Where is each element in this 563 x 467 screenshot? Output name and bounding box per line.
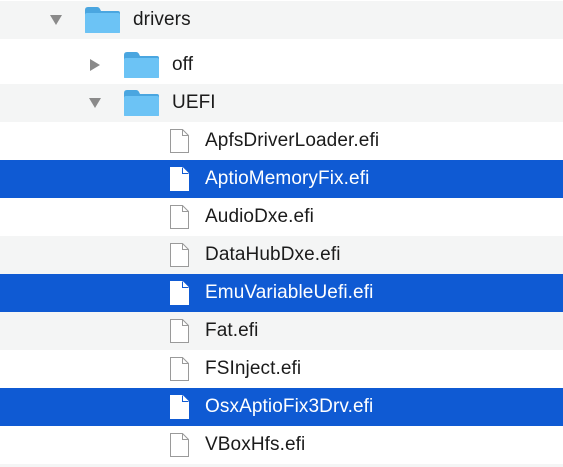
disclosure-collapsed-icon[interactable] xyxy=(89,59,101,71)
folder-label: UEFI xyxy=(172,92,216,113)
folder-row-drivers[interactable]: drivers xyxy=(0,1,563,39)
file-row[interactable]: ApfsDriverLoader.efi xyxy=(0,122,563,160)
document-icon xyxy=(170,395,189,419)
file-label: AptioMemoryFix.efi xyxy=(205,168,370,189)
folder-row-uefi[interactable]: UEFI xyxy=(0,84,563,122)
file-label: OsxAptioFix3Drv.efi xyxy=(205,396,374,417)
folder-label: off xyxy=(172,54,194,75)
file-label: DataHubDxe.efi xyxy=(205,244,341,265)
document-icon xyxy=(170,433,189,457)
file-row[interactable]: EmuVariableUefi.efi xyxy=(0,274,563,312)
folder-row-off[interactable]: off xyxy=(0,46,563,84)
document-icon xyxy=(170,167,189,191)
folder-icon xyxy=(84,6,121,34)
file-row[interactable]: OsxAptioFix3Drv.efi xyxy=(0,388,563,426)
file-row[interactable]: AudioDxe.efi xyxy=(0,198,563,236)
finder-file-list: drivers off UEFI ApfsDriverLoader.efi Ap… xyxy=(0,0,563,467)
file-row[interactable]: AptioMemoryFix.efi xyxy=(0,160,563,198)
document-icon xyxy=(170,281,189,305)
file-label: ApfsDriverLoader.efi xyxy=(205,130,380,151)
document-icon xyxy=(170,129,189,153)
file-row[interactable]: FSInject.efi xyxy=(0,350,563,388)
file-label: EmuVariableUefi.efi xyxy=(205,282,374,303)
file-label: FSInject.efi xyxy=(205,358,302,379)
disclosure-expanded-icon[interactable] xyxy=(89,97,101,109)
document-icon xyxy=(170,243,189,267)
document-icon xyxy=(170,357,189,381)
document-icon xyxy=(170,319,189,343)
disclosure-expanded-icon[interactable] xyxy=(50,14,62,26)
folder-icon xyxy=(123,51,160,79)
file-label: AudioDxe.efi xyxy=(205,206,314,227)
file-label: Fat.efi xyxy=(205,320,259,341)
document-icon xyxy=(170,205,189,229)
folder-label: drivers xyxy=(133,9,191,30)
file-label: VBoxHfs.efi xyxy=(205,434,306,455)
file-row[interactable]: DataHubDxe.efi xyxy=(0,236,563,274)
folder-icon xyxy=(123,89,160,117)
file-row[interactable]: Fat.efi xyxy=(0,312,563,350)
file-row[interactable]: VBoxHfs.efi xyxy=(0,426,563,464)
